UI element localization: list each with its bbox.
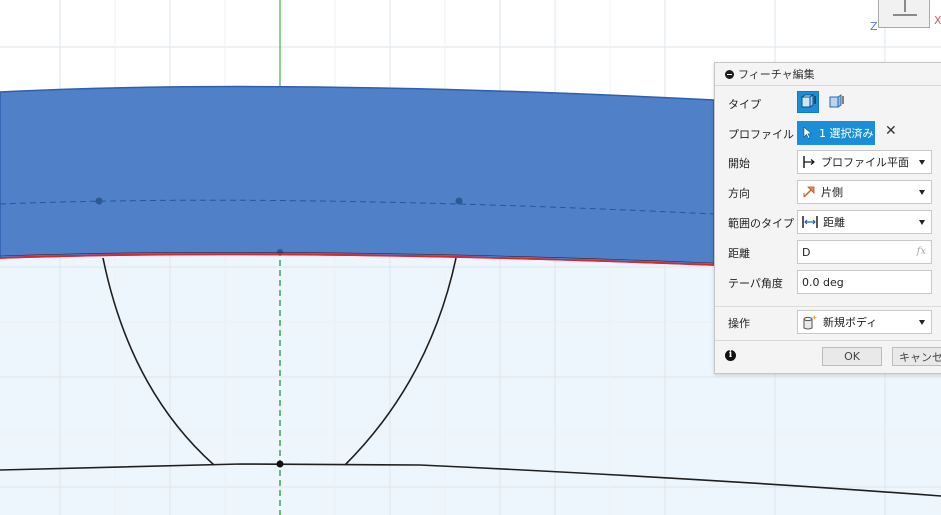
ok-button[interactable]: OK — [822, 347, 882, 366]
type-label: タイプ — [728, 98, 761, 111]
body-point-left — [95, 197, 103, 205]
direction-dropdown[interactable]: 片側 — [797, 180, 932, 204]
collapse-icon[interactable] — [725, 69, 734, 79]
clear-selection-icon[interactable]: ✕ — [885, 123, 897, 139]
profile-label: プロファイル — [728, 128, 794, 141]
extent-type-value: 距離 — [823, 216, 845, 229]
cursor-arrow-icon — [803, 127, 813, 139]
extrude-solid-type-button[interactable] — [797, 91, 819, 113]
info-icon[interactable]: i — [725, 350, 736, 361]
start-value: プロファイル平面 — [821, 156, 909, 169]
operation-value: 新規ボディ — [823, 316, 878, 329]
axis-x-label: X — [934, 14, 941, 27]
axis-z-label: Z — [870, 20, 878, 33]
thin-body-icon — [829, 94, 844, 108]
profile-selection-text: 1 選択済み — [819, 127, 874, 140]
viewcube[interactable] — [878, 0, 930, 28]
row-direction: 方向 片側 — [715, 178, 941, 206]
chevron-down-icon — [919, 220, 925, 225]
profile-plane-icon — [803, 156, 815, 168]
profile-selection-button[interactable]: 1 選択済み — [797, 121, 875, 145]
body-point-right — [455, 197, 463, 205]
extent-type-label: 範囲のタイプ — [728, 217, 794, 230]
extruded-body[interactable] — [0, 85, 715, 266]
panel-header[interactable]: フィーチャ編集 — [715, 63, 941, 85]
start-dropdown[interactable]: プロファイル平面 — [797, 150, 932, 174]
panel-title: フィーチャ編集 — [738, 68, 815, 81]
taper-angle-value: 0.0 deg — [802, 275, 844, 289]
feature-edit-panel: フィーチャ編集 タイプ プロファイル 1 選択済み ✕ 開始 プロファイル平面 … — [714, 62, 941, 374]
extent-type-dropdown[interactable]: 距離 — [797, 210, 932, 234]
viewcube-face[interactable] — [893, 0, 917, 16]
direction-label: 方向 — [728, 187, 750, 200]
chevron-down-icon — [919, 320, 925, 325]
row-extent-type: 範囲のタイプ 距離 — [715, 208, 941, 236]
taper-angle-label: テーパ角度 — [728, 277, 783, 290]
cancel-button[interactable]: キャンセル — [892, 347, 941, 366]
sketch-point-origin — [276, 460, 284, 468]
direction-value: 片側 — [821, 186, 843, 199]
row-start: 開始 プロファイル平面 — [715, 148, 941, 176]
one-side-direction-icon — [803, 186, 815, 198]
row-type: タイプ — [715, 89, 941, 117]
new-body-icon — [803, 315, 817, 330]
distance-value: D — [802, 245, 811, 259]
distance-icon — [802, 216, 818, 228]
fx-icon[interactable]: fx — [917, 246, 926, 257]
taper-angle-input[interactable]: 0.0 deg — [797, 270, 932, 294]
chevron-down-icon — [919, 160, 925, 165]
distance-input[interactable]: D fx — [797, 240, 932, 264]
operation-dropdown[interactable]: 新規ボディ — [797, 310, 932, 334]
chevron-down-icon — [919, 190, 925, 195]
row-operation: 操作 新規ボディ — [715, 308, 941, 336]
distance-label: 距離 — [728, 247, 750, 260]
row-distance: 距離 D fx — [715, 238, 941, 266]
extrude-thin-type-button[interactable] — [825, 91, 847, 113]
start-label: 開始 — [728, 157, 750, 170]
solid-body-icon — [800, 94, 816, 108]
row-profile: プロファイル 1 選択済み ✕ — [715, 119, 941, 147]
row-taper-angle: テーパ角度 0.0 deg — [715, 268, 941, 296]
operation-label: 操作 — [728, 317, 750, 330]
